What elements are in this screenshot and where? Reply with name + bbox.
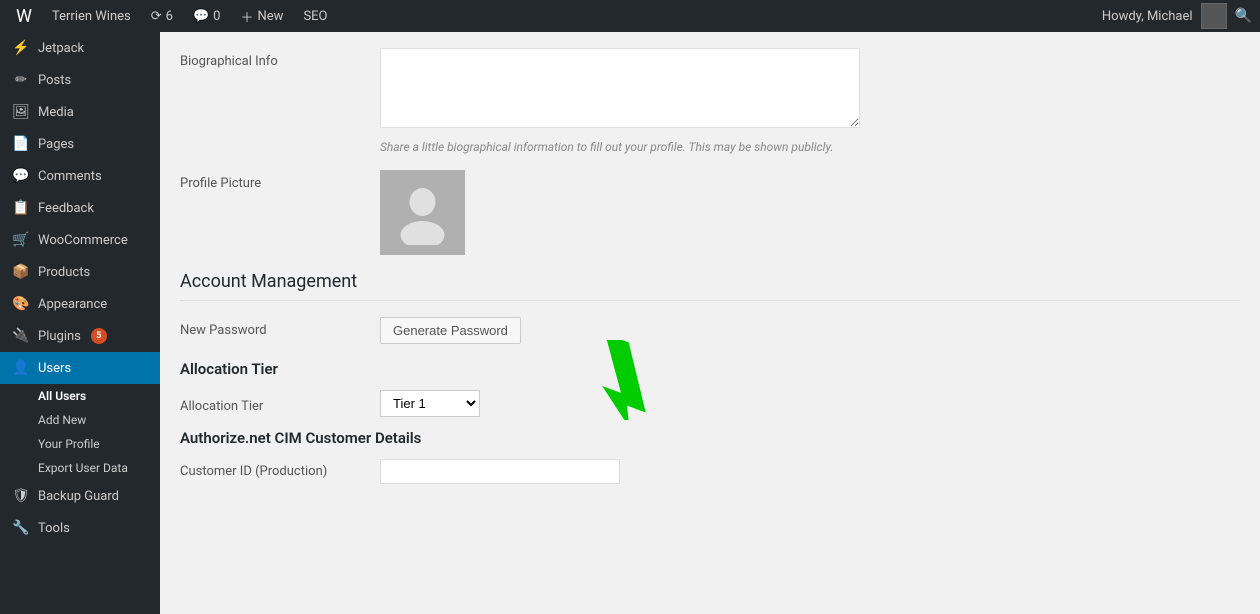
sidebar-item-pages[interactable]: 📄 Pages: [0, 128, 160, 160]
bio-textarea[interactable]: [380, 48, 860, 128]
comments-icon: 💬: [193, 9, 209, 24]
wp-logo[interactable]: W: [8, 2, 40, 31]
new-label: New: [258, 9, 284, 24]
sidebar-item-label: Plugins: [38, 329, 81, 344]
sidebar: ⚡ Jetpack ✏ Posts 🖼 Media 📄 Pages 💬 Comm…: [0, 32, 160, 614]
updates-item[interactable]: ⟳ 6: [143, 9, 181, 24]
appearance-icon: 🎨: [12, 296, 30, 312]
sidebar-item-users[interactable]: 👤 Users: [0, 352, 160, 384]
allocation-tier-select[interactable]: Tier 1 Tier 2 Tier 3: [380, 390, 480, 417]
sidebar-item-label: WooCommerce: [38, 233, 128, 248]
comments-count: 0: [213, 9, 220, 24]
admin-bar: W Terrien Wines ⟳ 6 💬 0 ＋ New SEO Howdy,…: [0, 0, 1260, 32]
comments-icon: 💬: [12, 168, 30, 184]
sidebar-item-jetpack[interactable]: ⚡ Jetpack: [0, 32, 160, 64]
sidebar-item-label: Appearance: [38, 297, 107, 312]
sidebar-item-label: Products: [38, 265, 90, 280]
posts-icon: ✏: [12, 72, 30, 88]
sidebar-item-plugins[interactable]: 🔌 Plugins 5: [0, 320, 160, 352]
plugins-icon: 🔌: [12, 328, 30, 344]
allocation-tier-section: Allocation Tier Allocation Tier Tier 1 T…: [180, 360, 1240, 417]
pages-icon: 📄: [12, 136, 30, 152]
account-management-heading: Account Management: [180, 271, 1240, 301]
search-icon[interactable]: 🔍: [1235, 8, 1252, 24]
sidebar-item-label: Jetpack: [38, 41, 84, 56]
sidebar-item-label: Tools: [38, 521, 70, 536]
arrow-annotation: [570, 340, 660, 424]
profile-picture-row: Profile Picture: [180, 170, 1240, 255]
bio-hint: Share a little biographical information …: [380, 140, 1240, 154]
seo-label: SEO: [303, 9, 327, 24]
media-icon: 🖼: [12, 104, 30, 120]
sidebar-item-posts[interactable]: ✏ Posts: [0, 64, 160, 96]
customer-id-input[interactable]: [380, 459, 620, 484]
allocation-tier-row: Allocation Tier Tier 1 Tier 2 Tier 3: [180, 390, 1240, 417]
updates-count: 6: [166, 9, 173, 24]
sidebar-item-label: Backup Guard: [38, 489, 119, 504]
authorize-heading: Authorize.net CIM Customer Details: [180, 429, 1240, 447]
profile-picture: [380, 170, 465, 255]
sidebar-item-products[interactable]: 📦 Products: [0, 256, 160, 288]
sidebar-item-tools[interactable]: 🔧 Tools: [0, 512, 160, 544]
sidebar-item-backup-guard[interactable]: 🛡 Backup Guard: [0, 480, 160, 512]
sidebar-item-label: Feedback: [38, 201, 94, 216]
jetpack-icon: ⚡: [12, 40, 30, 56]
new-item[interactable]: ＋ New: [232, 7, 291, 26]
new-password-row: New Password Generate Password: [180, 317, 1240, 344]
submenu-export-user-data[interactable]: Export User Data: [0, 456, 160, 480]
allocation-tier-label: Allocation Tier: [180, 393, 380, 414]
green-arrow-icon: [570, 340, 660, 420]
updates-icon: ⟳: [151, 9, 162, 24]
users-icon: 👤: [12, 360, 30, 376]
profile-picture-label: Profile Picture: [180, 170, 380, 191]
sidebar-item-label: Media: [38, 105, 74, 120]
content-area: Biographical Info Share a little biograp…: [160, 32, 1260, 614]
avatar-svg: [395, 180, 450, 245]
generate-password-button[interactable]: Generate Password: [380, 317, 521, 344]
site-name[interactable]: Terrien Wines: [44, 9, 139, 24]
tools-icon: 🔧: [12, 520, 30, 536]
sidebar-item-woocommerce[interactable]: 🛒 WooCommerce: [0, 224, 160, 256]
plus-icon: ＋: [240, 7, 253, 26]
howdy-text: Howdy, Michael: [1102, 9, 1193, 24]
feedback-icon: 📋: [12, 200, 30, 216]
submenu-your-profile[interactable]: Your Profile: [0, 432, 160, 456]
comments-item[interactable]: 💬 0: [185, 9, 229, 24]
adminbar-right: Howdy, Michael 🔍: [1102, 3, 1252, 29]
submenu-add-new[interactable]: Add New: [0, 408, 160, 432]
products-icon: 📦: [12, 264, 30, 280]
backup-guard-icon: 🛡: [12, 488, 30, 504]
new-password-label: New Password: [180, 317, 380, 338]
biographical-info-label: Biographical Info: [180, 48, 380, 69]
allocation-tier-heading: Allocation Tier: [180, 360, 1240, 378]
sidebar-item-label: Pages: [38, 137, 74, 152]
customer-id-label: Customer ID (Production): [180, 459, 380, 479]
woocommerce-icon: 🛒: [12, 232, 30, 248]
plugins-badge: 5: [91, 328, 107, 344]
site-name-text: Terrien Wines: [52, 9, 131, 24]
sidebar-item-feedback[interactable]: 📋 Feedback: [0, 192, 160, 224]
sidebar-item-label: Users: [38, 361, 71, 376]
sidebar-item-comments[interactable]: 💬 Comments: [0, 160, 160, 192]
customer-id-row: Customer ID (Production): [180, 459, 1240, 484]
sidebar-item-label: Comments: [38, 169, 102, 184]
submenu-all-users[interactable]: All Users: [0, 384, 160, 408]
seo-item[interactable]: SEO: [295, 9, 335, 24]
sidebar-item-appearance[interactable]: 🎨 Appearance: [0, 288, 160, 320]
avatar[interactable]: [1201, 3, 1227, 29]
sidebar-item-media[interactable]: 🖼 Media: [0, 96, 160, 128]
biographical-info-row: Biographical Info: [180, 48, 1240, 128]
sidebar-item-label: Posts: [38, 73, 71, 88]
